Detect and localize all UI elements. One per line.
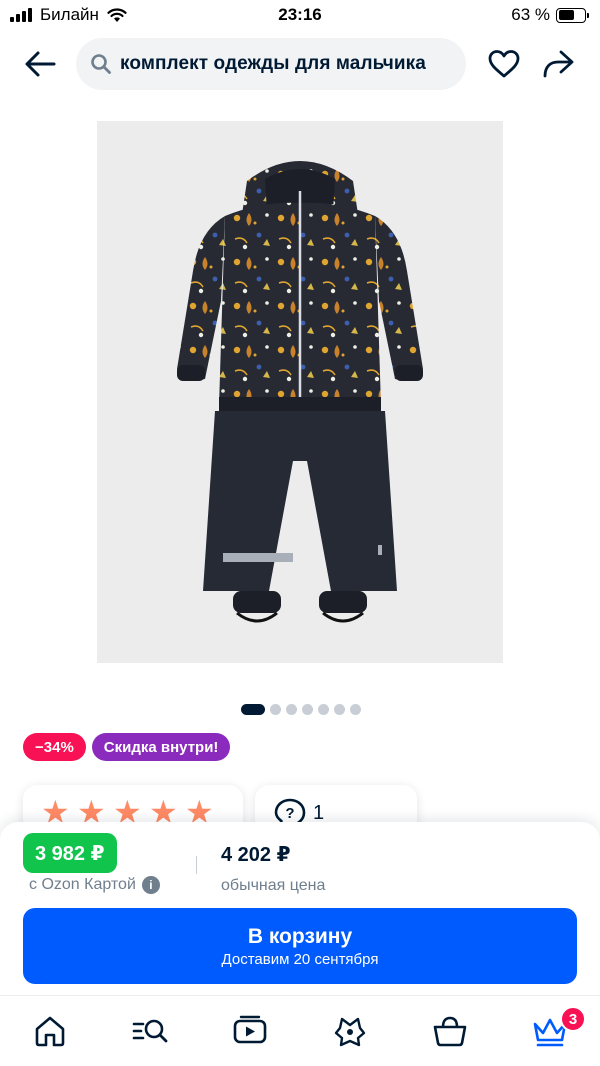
heart-icon (488, 50, 520, 78)
info-icon[interactable]: i (141, 876, 160, 894)
tab-home[interactable] (0, 996, 100, 1066)
search-header: комплект одежды для мальчика (0, 36, 600, 92)
battery-icon (556, 7, 589, 23)
add-to-cart-button[interactable]: В корзину Доставим 20 сентября (23, 908, 577, 984)
share-icon (543, 50, 574, 78)
gallery-dot[interactable] (350, 704, 361, 715)
add-to-cart-label: В корзину (247, 924, 353, 948)
gallery-pagination[interactable] (0, 704, 600, 715)
tab-premium[interactable]: 3 (500, 996, 600, 1066)
regular-price: 4 202 ₽ (221, 844, 291, 866)
battery-percent: 63 % (511, 5, 550, 24)
gallery-dot[interactable] (318, 704, 329, 715)
video-icon (233, 1015, 267, 1044)
ozon-card-label[interactable]: с Ozon Картой i (29, 876, 160, 894)
gallery-dot[interactable] (334, 704, 345, 715)
search-icon (91, 54, 111, 74)
bottom-tab-bar: 3 (0, 995, 600, 1066)
search-input[interactable]: комплект одежды для мальчика (76, 38, 466, 90)
gallery-dot[interactable] (302, 704, 313, 715)
share-button[interactable] (540, 48, 576, 80)
status-bar: Билайн 23:16 63 % (0, 0, 600, 32)
search-query: комплект одежды для мальчика (120, 53, 426, 74)
product-image[interactable] (97, 121, 503, 663)
promo-badge[interactable]: Скидка внутри! (91, 733, 231, 761)
gallery-dot-active[interactable] (241, 704, 265, 715)
tab-video[interactable] (200, 996, 300, 1066)
badges-row: −34% Скидка внутри! (23, 733, 231, 761)
svg-text:?: ? (285, 805, 294, 822)
gallery-dot[interactable] (270, 704, 281, 715)
fresh-icon (334, 1017, 366, 1047)
cart-icon (433, 1016, 467, 1047)
clock: 23:16 (278, 5, 322, 24)
favorite-button[interactable] (486, 48, 522, 80)
regular-price-label: обычная цена (221, 877, 326, 894)
catalog-search-icon (132, 1019, 168, 1043)
status-bar-right: 63 % (511, 5, 589, 25)
kids-snowsuit-illustration (177, 161, 423, 623)
rating-stars: ★ ★ ★ ★ ★ (23, 785, 243, 828)
back-button[interactable] (22, 48, 58, 80)
ozon-card-price: 3 982 ₽ (23, 833, 117, 873)
gallery-dot[interactable] (286, 704, 297, 715)
premium-badge: 3 (560, 1006, 586, 1032)
back-arrow-icon (25, 51, 56, 77)
home-icon (35, 1016, 65, 1047)
ozon-card-label-text: с Ozon Картой (29, 876, 136, 893)
price-divider (196, 856, 197, 874)
discount-badge: −34% (23, 733, 86, 761)
tab-cart[interactable] (400, 996, 500, 1066)
tab-fresh[interactable] (300, 996, 400, 1066)
delivery-date: Доставим 20 сентября (221, 950, 379, 968)
tab-catalog[interactable] (100, 996, 200, 1066)
